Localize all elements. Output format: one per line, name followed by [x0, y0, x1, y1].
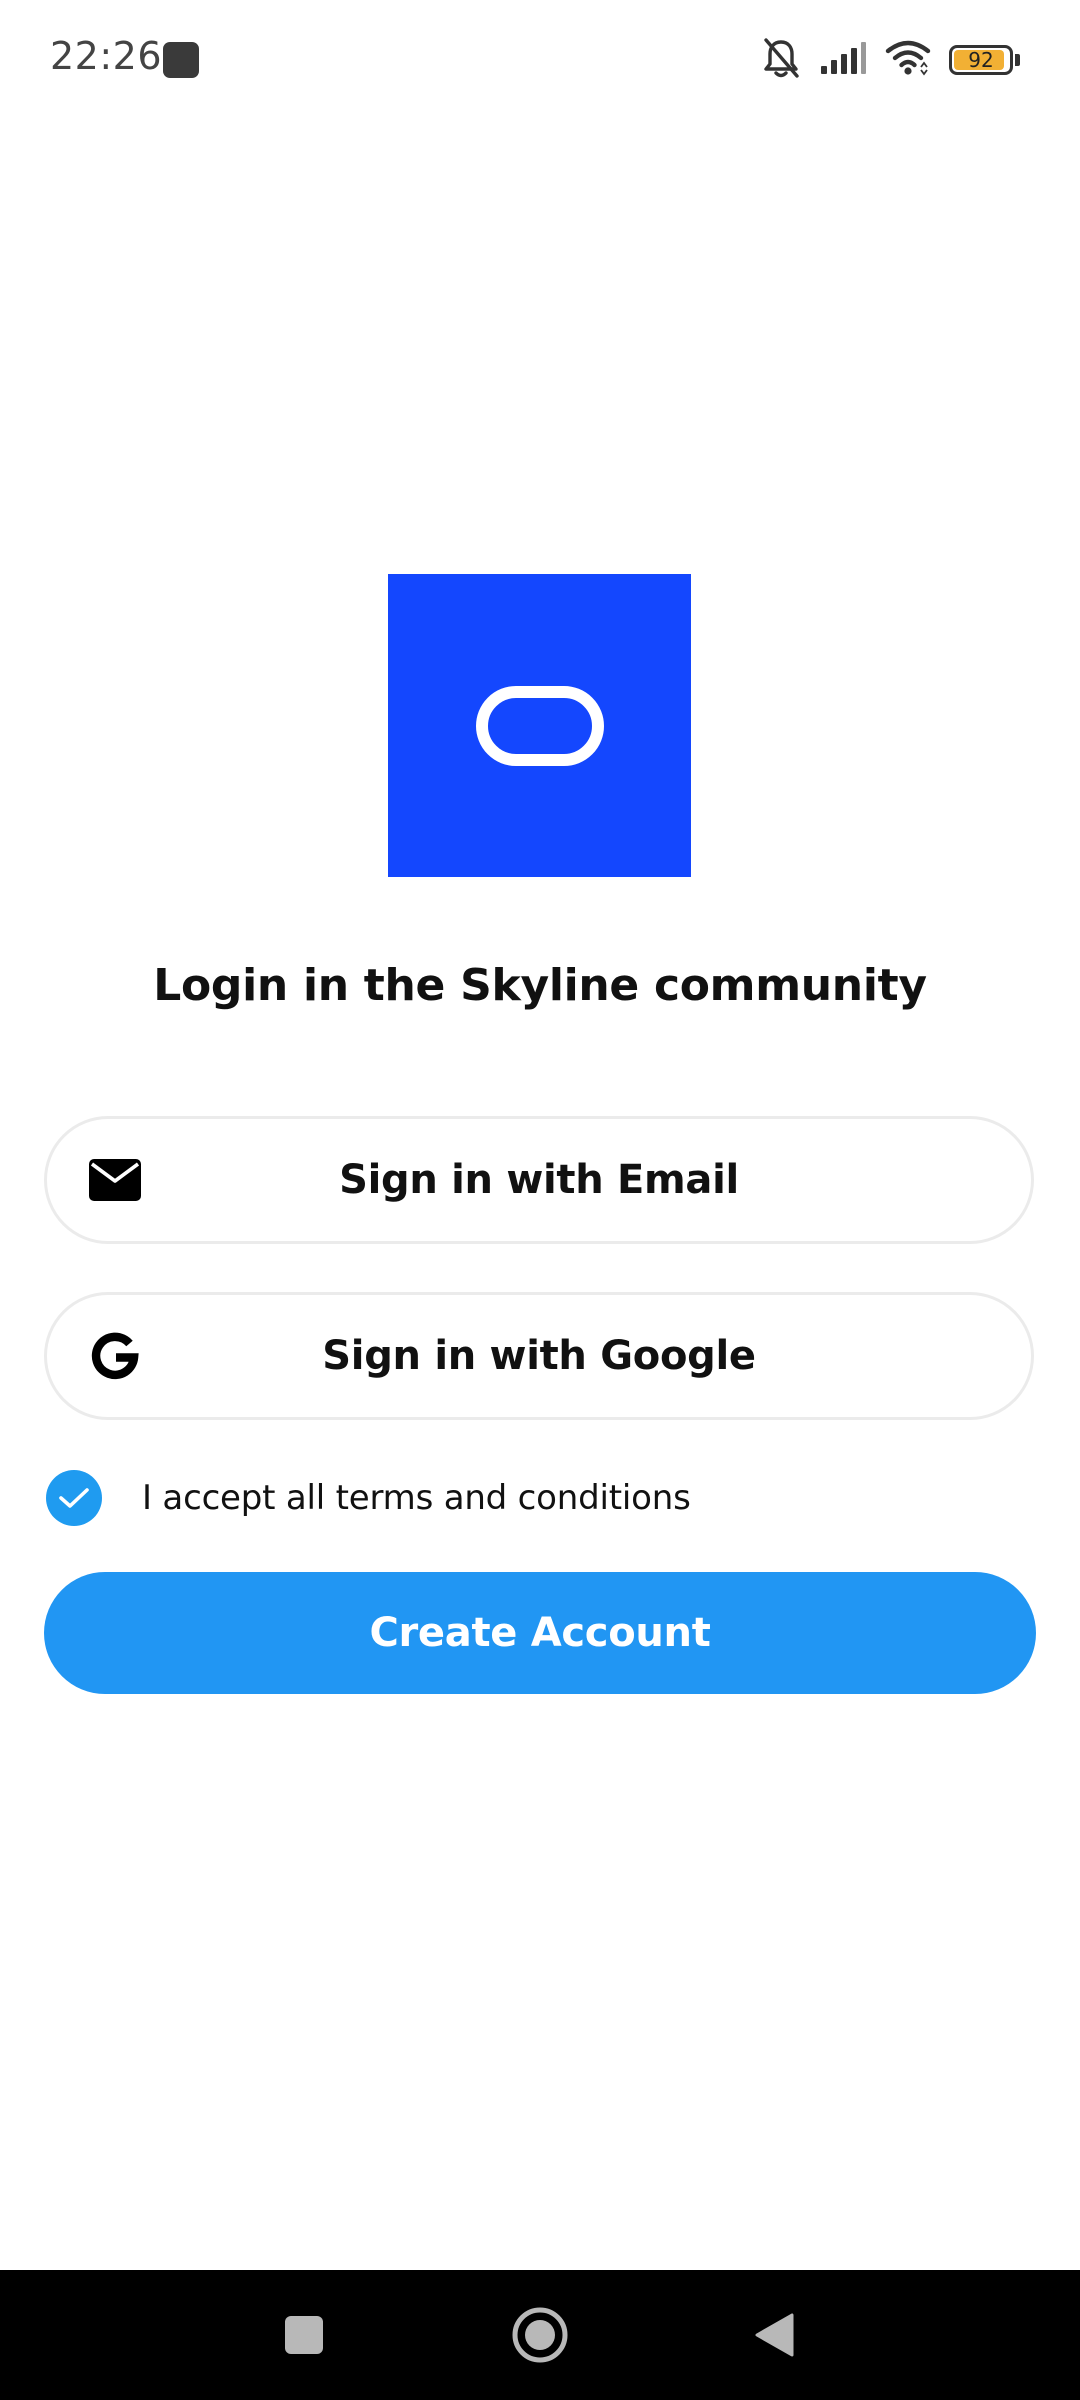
status-bar: 22:26 92 [0, 0, 1080, 120]
back-button[interactable] [752, 2311, 796, 2359]
create-account-button[interactable]: Create Account [44, 1572, 1036, 1694]
sign-in-google-label: Sign in with Google [322, 1333, 756, 1379]
battery-cap [1015, 54, 1020, 66]
terms-label: I accept all terms and conditions [142, 1478, 691, 1518]
logo-pill-icon [475, 685, 604, 766]
back-icon [755, 2313, 794, 2357]
bell-muted-icon [761, 36, 801, 84]
app-logo [388, 574, 691, 877]
sign-in-email-button[interactable]: Sign in with Email [44, 1116, 1034, 1244]
home-button[interactable] [510, 2305, 570, 2365]
home-icon [512, 2307, 568, 2363]
notification-app-icon [163, 42, 199, 78]
terms-checkbox[interactable] [46, 1470, 102, 1526]
wifi-icon [885, 39, 931, 81]
recents-icon [285, 2316, 323, 2354]
page-title: Login in the Skyline community [153, 960, 927, 1011]
status-time: 22:26 [50, 34, 163, 78]
sign-in-google-button[interactable]: Sign in with Google [44, 1292, 1034, 1420]
battery-icon: 92 [949, 45, 1013, 75]
checkmark-icon [59, 1488, 89, 1508]
sign-in-email-label: Sign in with Email [339, 1157, 739, 1203]
battery-level: 92 [968, 48, 994, 72]
terms-row: I accept all terms and conditions [46, 1468, 691, 1528]
create-account-label: Create Account [369, 1610, 711, 1656]
navigation-bar [0, 2270, 1080, 2400]
recents-button[interactable] [282, 2313, 326, 2357]
status-icons: 92 [761, 36, 1020, 84]
signal-icon [819, 40, 867, 80]
